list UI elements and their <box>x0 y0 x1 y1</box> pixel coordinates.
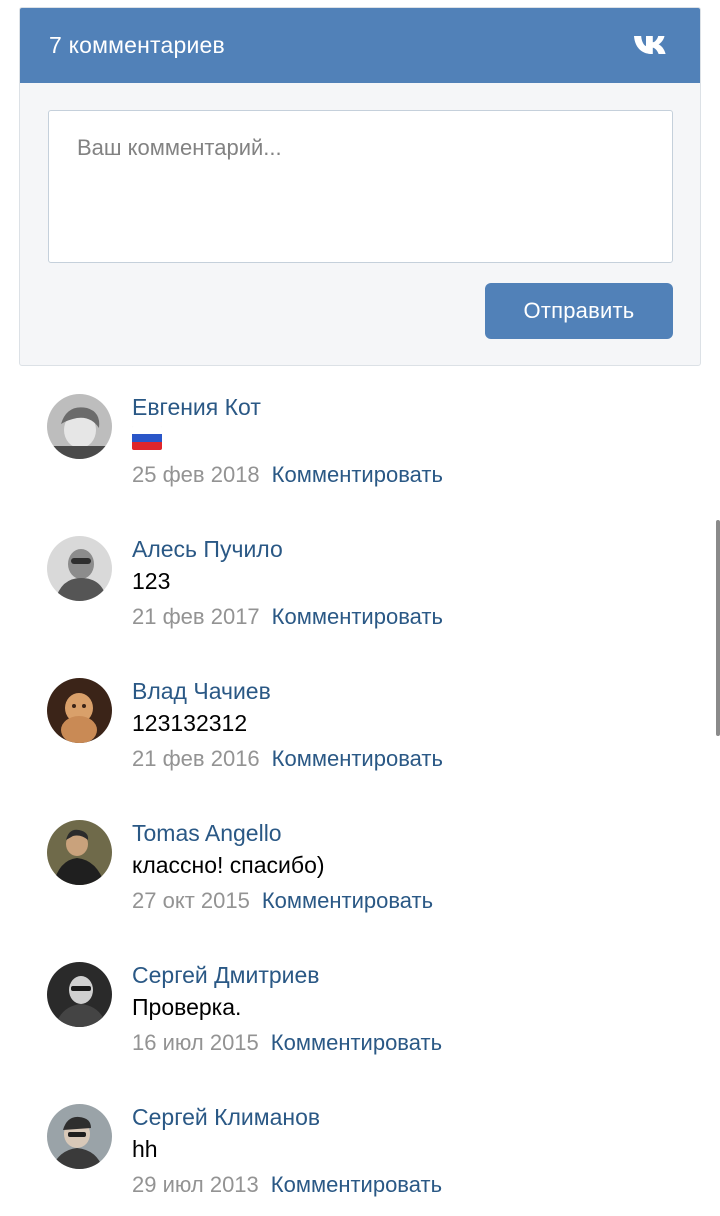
comment-author[interactable]: Евгения Кот <box>132 394 261 421</box>
comment-date[interactable]: 21 фев 2017 <box>132 604 260 629</box>
widget-header: 7 комментариев <box>20 8 700 83</box>
comment-text: классно! спасибо) <box>132 852 325 878</box>
reply-link[interactable]: Комментировать <box>272 746 443 771</box>
comment-meta: 29 июл 2013 Комментировать <box>132 1172 442 1198</box>
reply-link[interactable]: Комментировать <box>271 1030 442 1055</box>
comment-meta: 21 фев 2016 Комментировать <box>132 746 443 772</box>
list-item: Tomas Angello классно! спасибо) 27 окт 2… <box>0 792 720 932</box>
reply-link[interactable]: Комментировать <box>271 1172 442 1197</box>
comment-input[interactable]: Ваш комментарий... <box>48 110 673 263</box>
comment-date[interactable]: 25 фев 2018 <box>132 462 260 487</box>
comment-author[interactable]: Сергей Климанов <box>132 1104 320 1131</box>
list-item: Влад Чачиев 123132312 21 фев 2016 Коммент… <box>0 650 720 790</box>
russia-flag-icon <box>132 426 162 450</box>
comments-widget: 7 комментариев Ваш комментарий... Отправ… <box>19 7 701 366</box>
comment-text <box>132 426 162 453</box>
comment-author[interactable]: Алесь Пучило <box>132 536 283 563</box>
reply-link[interactable]: Комментировать <box>272 462 443 487</box>
comment-text: 123132312 <box>132 710 248 736</box>
comment-input-placeholder: Ваш комментарий... <box>77 135 282 160</box>
list-item: Евгения Кот 25 фев 2018 Комментировать <box>0 366 720 506</box>
comment-meta: 27 окт 2015 Комментировать <box>132 888 433 914</box>
avatar[interactable] <box>47 820 112 885</box>
avatar[interactable] <box>47 962 112 1027</box>
comment-author[interactable]: Сергей Дмитриев <box>132 962 320 989</box>
comment-author[interactable]: Влад Чачиев <box>132 678 271 705</box>
avatar[interactable] <box>47 1104 112 1169</box>
reply-link[interactable]: Комментировать <box>272 604 443 629</box>
comment-text: hh <box>132 1136 158 1162</box>
comment-meta: 25 фев 2018 Комментировать <box>132 462 443 488</box>
page-scrollbar[interactable] <box>716 520 720 736</box>
list-item: Алесь Пучило 123 21 фев 2017 Комментирова… <box>0 508 720 648</box>
avatar[interactable] <box>47 394 112 459</box>
list-item: Сергей Климанов hh 29 июл 2013 Комментиро… <box>0 1076 720 1216</box>
send-button[interactable]: Отправить <box>485 283 673 339</box>
comment-text: Проверка. <box>132 994 242 1020</box>
list-item: Сергей Дмитриев Проверка. 16 июл 2015 Ком… <box>0 934 720 1074</box>
comment-author[interactable]: Tomas Angello <box>132 820 282 847</box>
comments-count-title: 7 комментариев <box>49 32 225 58</box>
reply-link[interactable]: Комментировать <box>262 888 433 913</box>
comment-date[interactable]: 21 фев 2016 <box>132 746 260 771</box>
comment-meta: 16 июл 2015 Комментировать <box>132 1030 442 1056</box>
comment-date[interactable]: 27 окт 2015 <box>132 888 250 913</box>
comment-date[interactable]: 29 июл 2013 <box>132 1172 259 1197</box>
avatar[interactable] <box>47 536 112 601</box>
vk-logo-icon[interactable] <box>633 34 673 58</box>
avatar[interactable] <box>47 678 112 743</box>
comment-date[interactable]: 16 июл 2015 <box>132 1030 259 1055</box>
comment-meta: 21 фев 2017 Комментировать <box>132 604 443 630</box>
comment-text: 123 <box>132 568 171 594</box>
